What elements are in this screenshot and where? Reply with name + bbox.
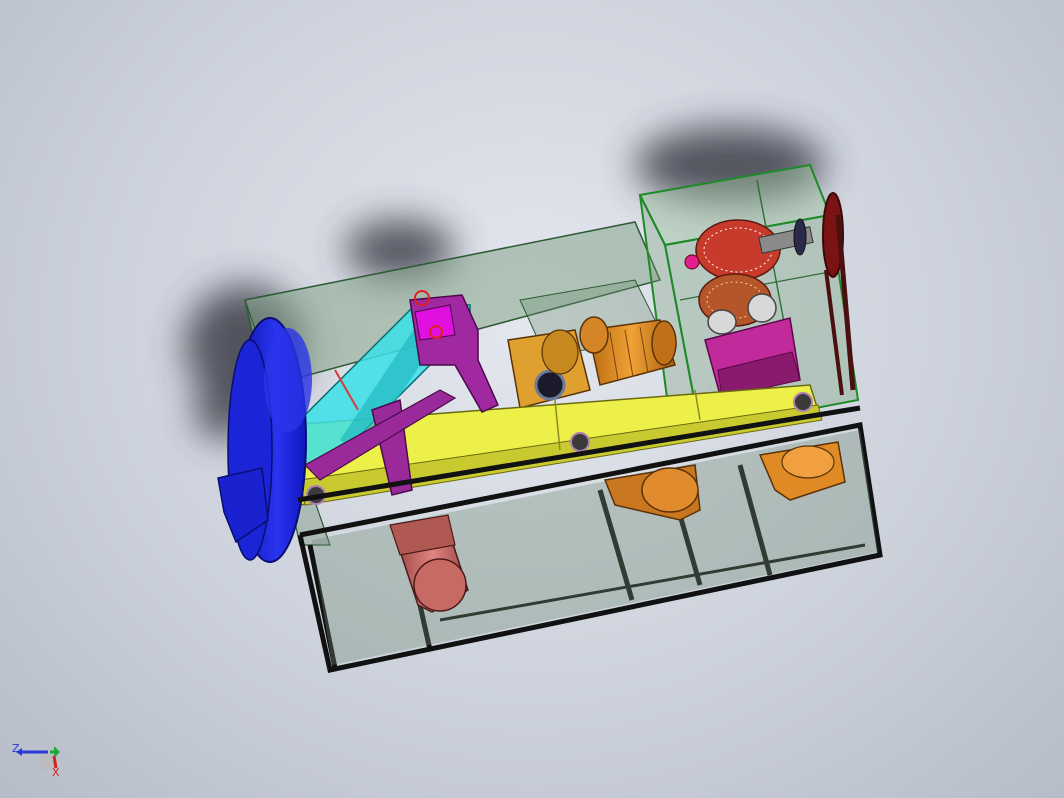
machine-3d-model[interactable] [0, 0, 1064, 798]
triad-x-label: X [52, 766, 60, 779]
coordinate-triad: Z X [12, 742, 60, 779]
gear-reducer[interactable] [507, 329, 591, 409]
drive-motor-upper[interactable] [579, 316, 677, 386]
triad-z-label: Z [12, 742, 20, 755]
cad-viewport[interactable]: Z X [0, 0, 1064, 798]
